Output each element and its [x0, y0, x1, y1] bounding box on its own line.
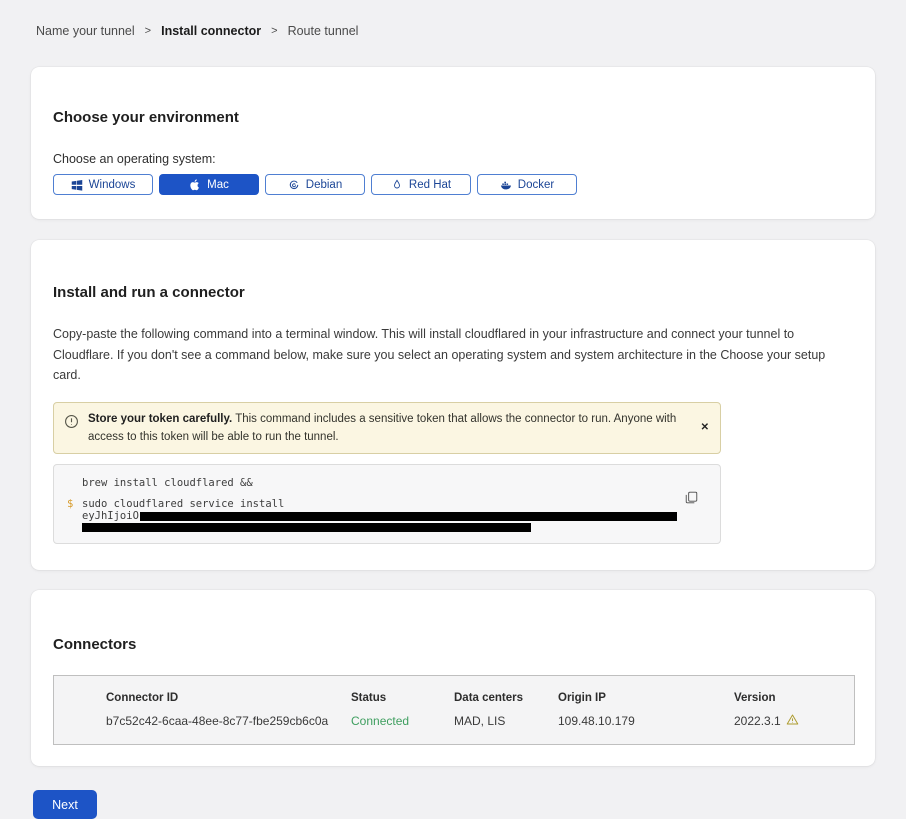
header-connector-id: Connector ID [54, 692, 351, 704]
connectors-table-header: Connector ID Status Data centers Origin … [54, 692, 854, 704]
os-button-mac[interactable]: Mac [159, 174, 259, 195]
environment-card: Choose your environment Choose an operat… [31, 67, 875, 219]
shell-prompt: $ [67, 498, 73, 510]
os-button-debian[interactable]: Debian [265, 174, 365, 195]
windows-icon [71, 179, 83, 191]
breadcrumb-step-name-tunnel[interactable]: Name your tunnel [36, 24, 135, 38]
connectors-card-title: Connectors [53, 636, 855, 653]
debian-icon [288, 179, 300, 191]
apple-icon [189, 179, 201, 191]
origin-ip-value: 109.48.10.179 [558, 714, 734, 728]
token-redaction-bar [82, 523, 531, 532]
token-prefix: eyJhIjoiO [82, 510, 139, 522]
copy-icon[interactable] [685, 491, 698, 507]
connectors-table: Connector ID Status Data centers Origin … [53, 675, 855, 745]
header-data-centers: Data centers [454, 692, 558, 704]
table-row: b7c52c42-6caa-48ee-8c77-fbe259cb6c0a Con… [54, 713, 854, 729]
os-button-windows[interactable]: Windows [53, 174, 153, 195]
next-button[interactable]: Next [33, 790, 97, 819]
breadcrumb-step-route-tunnel[interactable]: Route tunnel [288, 24, 359, 38]
os-button-label: Debian [306, 179, 342, 191]
token-warning-lead: Store your token carefully. [88, 413, 232, 425]
os-button-label: Red Hat [409, 179, 451, 191]
os-button-docker[interactable]: Docker [477, 174, 577, 195]
os-button-label: Mac [207, 179, 229, 191]
breadcrumb: Name your tunnel > Install connector > R… [0, 0, 906, 38]
data-centers-value: MAD, LIS [454, 714, 558, 728]
breadcrumb-separator: > [271, 25, 277, 37]
os-button-label: Windows [89, 179, 136, 191]
install-command-codeblock: brew install cloudflared && $ sudo cloud… [53, 464, 721, 544]
version-value: 2022.3.1 [734, 714, 781, 728]
header-status: Status [351, 692, 454, 704]
os-button-group: Windows Mac Debian Red Hat Docker [53, 174, 853, 195]
header-version: Version [734, 692, 854, 704]
code-line-sudo: sudo cloudflared service install [82, 498, 706, 510]
connector-id-value: b7c52c42-6caa-48ee-8c77-fbe259cb6c0a [54, 714, 351, 728]
install-card: Install and run a connector Copy-paste t… [31, 240, 875, 569]
code-line-brew: brew install cloudflared && [82, 477, 706, 489]
os-button-label: Docker [518, 179, 554, 191]
token-warning-banner: Store your token carefully. This command… [53, 402, 721, 455]
install-description: Copy-paste the following command into a … [53, 324, 849, 386]
status-value: Connected [351, 714, 454, 728]
environment-card-title: Choose your environment [53, 109, 853, 126]
main-content: Choose your environment Choose an operat… [31, 67, 875, 766]
close-icon[interactable]: ✕ [701, 423, 709, 433]
token-redaction-bar [140, 512, 677, 521]
info-icon [64, 414, 79, 447]
os-button-redhat[interactable]: Red Hat [371, 174, 471, 195]
version-warning-icon [786, 713, 799, 729]
docker-icon [500, 179, 512, 191]
breadcrumb-step-install-connector: Install connector [161, 24, 261, 38]
os-select-label: Choose an operating system: [53, 152, 853, 166]
install-card-title: Install and run a connector [53, 284, 853, 301]
token-warning-text: Store your token carefully. This command… [88, 411, 690, 447]
header-origin-ip: Origin IP [558, 692, 734, 704]
breadcrumb-separator: > [145, 25, 151, 37]
redhat-icon [391, 179, 403, 191]
